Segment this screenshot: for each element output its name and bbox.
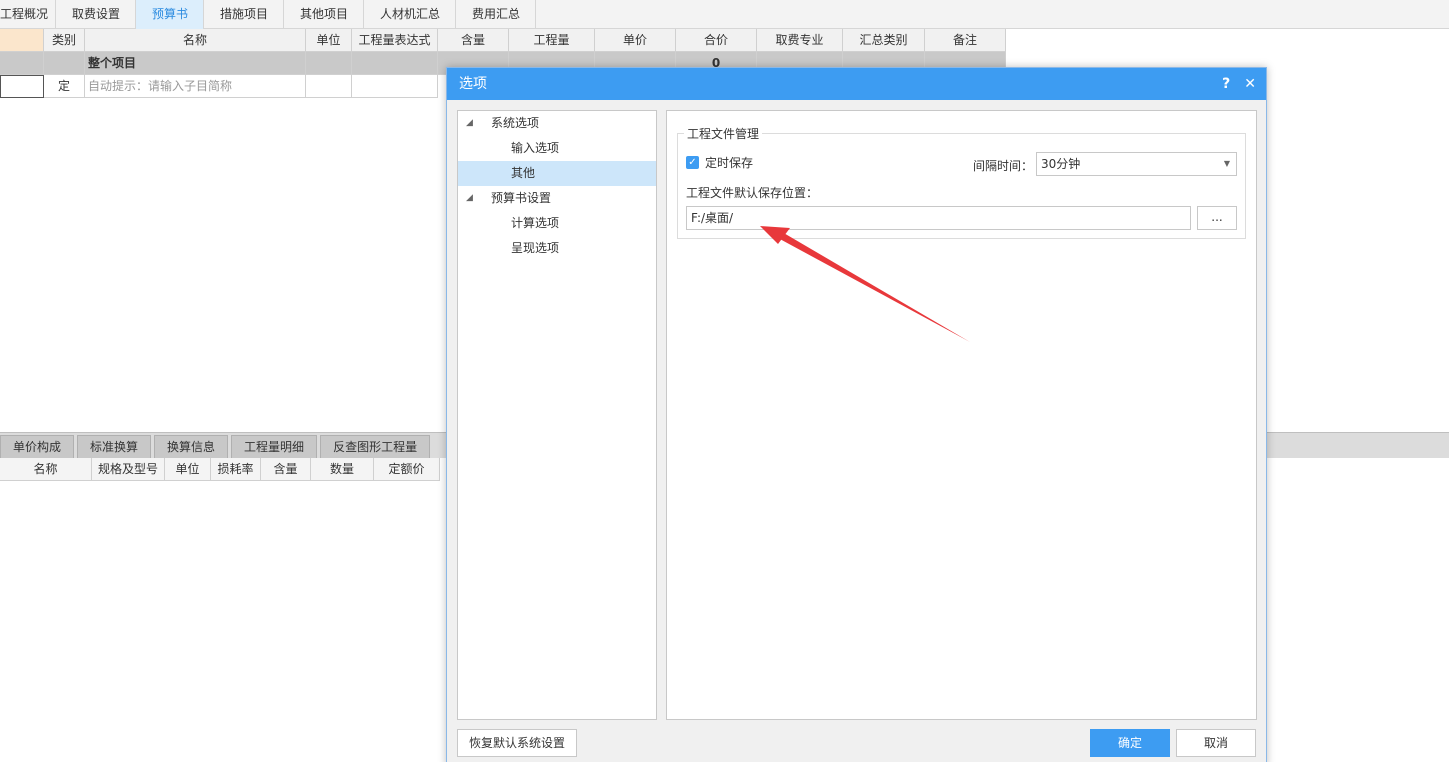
edit-row-quantity-expr[interactable] — [352, 75, 438, 98]
ok-button[interactable]: 确定 — [1090, 729, 1170, 757]
tab-conversion-info[interactable]: 换算信息 — [154, 435, 229, 459]
grid-header-quantity-expr[interactable]: 工程量表达式 — [352, 29, 438, 52]
lower-header-loss-rate[interactable]: 损耗率 — [211, 458, 261, 481]
interval-select[interactable]: 30分钟 ▼ — [1036, 152, 1237, 176]
tree-item-system-options[interactable]: ◢ 系统选项 — [458, 111, 656, 136]
options-pane: 工程文件管理 ✓ 定时保存 间隔时间： 30分钟 ▼ 工程文件默认保存位置： F… — [666, 110, 1257, 720]
grid-header-total-price[interactable]: 合价 — [676, 29, 757, 52]
tab-project-overview[interactable]: 工程概况 — [0, 0, 56, 29]
save-path-input[interactable]: F:/桌面/ — [686, 206, 1191, 230]
save-path-label: 工程文件默认保存位置： — [686, 186, 819, 200]
tree-item-other[interactable]: 其他 — [458, 161, 656, 186]
edit-row-name-input[interactable]: 自动提示：请输入子目简称 — [85, 75, 306, 98]
tab-fee-settings[interactable]: 取费设置 — [56, 0, 136, 29]
tree-item-calc-options[interactable]: 计算选项 — [458, 211, 656, 236]
grid-header-corner — [0, 29, 44, 52]
lower-header-name[interactable]: 名称 — [0, 458, 92, 481]
collapse-arrow-icon[interactable]: ◢ — [466, 186, 473, 211]
grid-header-quantity[interactable]: 工程量 — [509, 29, 595, 52]
tab-materials-summary[interactable]: 人材机汇总 — [364, 0, 456, 29]
lower-header-unit[interactable]: 单位 — [165, 458, 211, 481]
tab-quantity-detail[interactable]: 工程量明细 — [231, 435, 318, 459]
tab-reverse-lookup[interactable]: 反查图形工程量 — [320, 435, 431, 459]
tab-standard-conversion[interactable]: 标准换算 — [77, 435, 152, 459]
edit-row-type[interactable]: 定 — [44, 75, 85, 98]
options-tree: ◢ 系统选项 输入选项 其他 ◢ 预算书设置 计算选项 呈现选项 — [457, 110, 657, 720]
grid-header-unit-price[interactable]: 单价 — [595, 29, 676, 52]
tab-budget[interactable]: 预算书 — [136, 0, 204, 29]
collapse-arrow-icon[interactable]: ◢ — [466, 111, 473, 136]
dialog-title: 选项 — [459, 76, 487, 92]
tree-item-budget-settings[interactable]: ◢ 预算书设置 — [458, 186, 656, 211]
top-tab-bar: 工程概况 取费设置 预算书 措施项目 其他项目 人材机汇总 费用汇总 — [0, 0, 1449, 29]
grid-header-type[interactable]: 类别 — [44, 29, 85, 52]
dropdown-caret-icon[interactable]: ▼ — [1224, 153, 1230, 175]
autosave-label: 定时保存 — [705, 156, 754, 170]
tab-cost-summary[interactable]: 费用汇总 — [456, 0, 536, 29]
cancel-button[interactable]: 取消 — [1176, 729, 1256, 757]
close-icon[interactable]: ✕ — [1244, 68, 1256, 100]
tree-item-display-options[interactable]: 呈现选项 — [458, 236, 656, 261]
grid-header-name[interactable]: 名称 — [85, 29, 306, 52]
help-icon[interactable]: ? — [1222, 68, 1230, 100]
lower-header-amount[interactable]: 数量 — [311, 458, 374, 481]
tree-item-label: 系统选项 — [491, 116, 540, 130]
group-title: 工程文件管理 — [684, 125, 763, 142]
grid-header-unit[interactable]: 单位 — [306, 29, 352, 52]
browse-button[interactable]: ... — [1197, 206, 1237, 230]
lower-header-content[interactable]: 含量 — [261, 458, 311, 481]
tree-item-label: 输入选项 — [511, 141, 560, 155]
tab-other-items[interactable]: 其他项目 — [284, 0, 364, 29]
tab-measures[interactable]: 措施项目 — [204, 0, 284, 29]
restore-defaults-button[interactable]: 恢复默认系统设置 — [457, 729, 577, 757]
lower-header-quota-price[interactable]: 定额价 — [374, 458, 440, 481]
grid-header-fee-specialty[interactable]: 取费专业 — [757, 29, 843, 52]
tree-item-label: 呈现选项 — [511, 241, 560, 255]
lower-grid-header: 名称 规格及型号 单位 损耗率 含量 数量 定额价 — [0, 458, 440, 481]
tree-item-label: 其他 — [511, 166, 536, 180]
interval-value: 30分钟 — [1041, 157, 1081, 171]
grid-header-row: 类别 名称 单位 工程量表达式 含量 工程量 单价 合价 取费专业 汇总类别 备… — [0, 29, 1006, 52]
tree-item-input-options[interactable]: 输入选项 — [458, 136, 656, 161]
options-dialog: 选项 ? ✕ ◢ 系统选项 输入选项 其他 ◢ 预算书设置 计算选项 呈现选项 … — [446, 67, 1267, 762]
edit-row-unit[interactable] — [306, 75, 352, 98]
dialog-title-bar[interactable]: 选项 ? ✕ — [447, 68, 1266, 100]
grid-header-content[interactable]: 含量 — [438, 29, 509, 52]
edit-row-selector[interactable] — [0, 75, 44, 98]
tab-unit-price-composition[interactable]: 单价构成 — [0, 435, 75, 459]
tree-item-label: 计算选项 — [511, 216, 560, 230]
autosave-checkbox[interactable]: ✓ — [686, 156, 699, 169]
file-management-group: 工程文件管理 ✓ 定时保存 间隔时间： 30分钟 ▼ 工程文件默认保存位置： F… — [677, 125, 1246, 239]
tree-item-label: 预算书设置 — [491, 191, 552, 205]
interval-label: 间隔时间： — [973, 159, 1034, 173]
autosave-row[interactable]: ✓ 定时保存 — [686, 154, 753, 171]
group-name: 整个项目 — [85, 52, 306, 75]
grid-header-remarks[interactable]: 备注 — [925, 29, 1006, 52]
grid-header-summary-type[interactable]: 汇总类别 — [843, 29, 925, 52]
lower-header-spec[interactable]: 规格及型号 — [92, 458, 165, 481]
